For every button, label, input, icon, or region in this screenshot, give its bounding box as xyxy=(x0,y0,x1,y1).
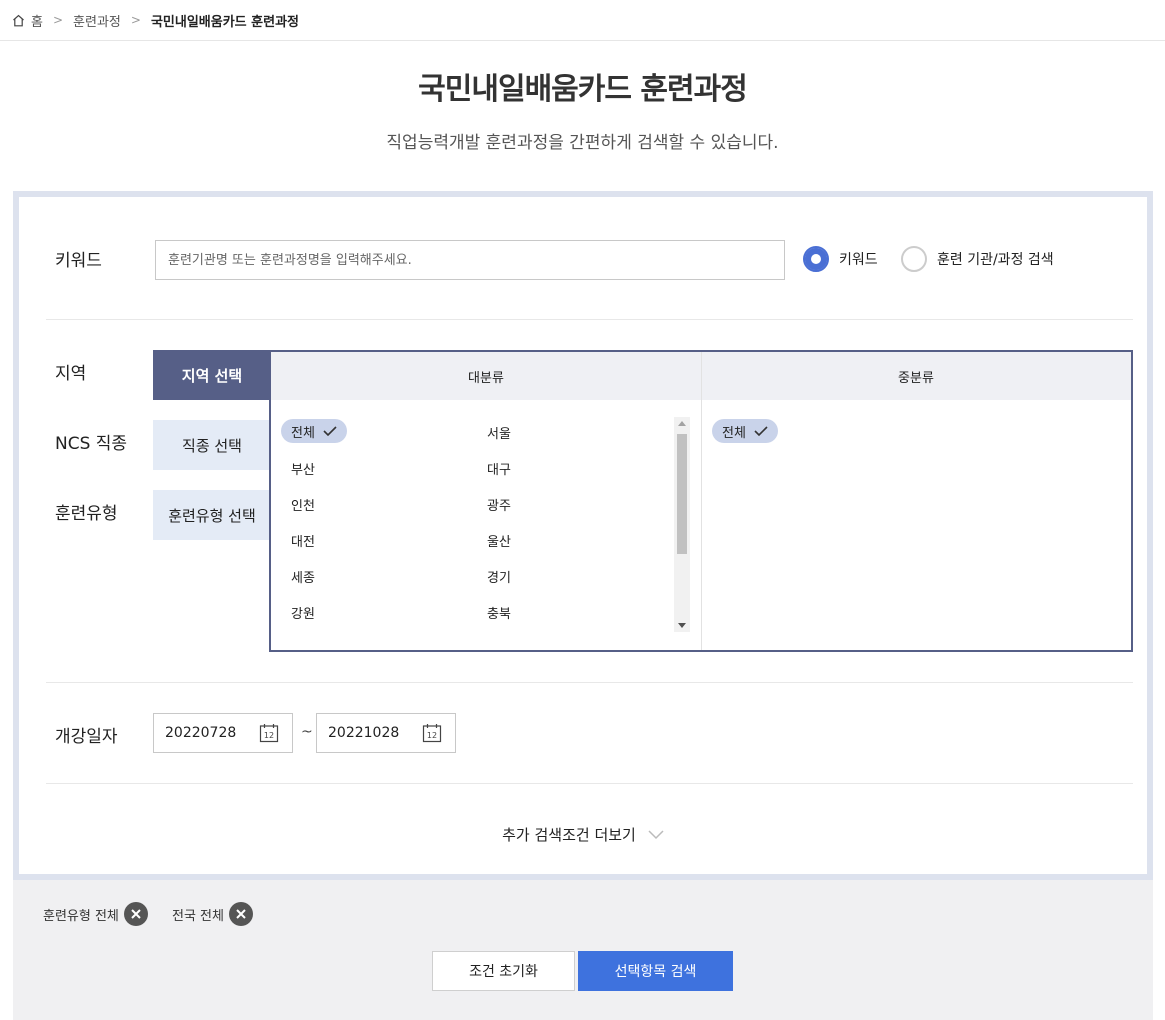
chevron-right-icon: > xyxy=(52,13,64,27)
start-date-field[interactable]: 20220728 12 xyxy=(153,713,293,753)
search-selected-button[interactable]: 선택항목 검색 xyxy=(578,951,733,991)
radio-institution-course[interactable]: 훈련 기관/과정 검색 xyxy=(901,246,1054,272)
divider xyxy=(46,682,1133,683)
region-item[interactable]: 세종 xyxy=(291,567,315,586)
selected-filters-area: 훈련유형 전체 전국 전체 조건 초기화 선택항목 검색 xyxy=(13,880,1153,1020)
selected-filter-label: 전국 전체 xyxy=(172,908,224,924)
close-icon[interactable] xyxy=(228,902,253,926)
region-item[interactable]: 대구 xyxy=(487,459,511,478)
end-date-field[interactable]: 20221028 12 xyxy=(316,713,456,753)
region-label: 지역 xyxy=(55,364,87,384)
major-category-header: 대분류 xyxy=(271,352,701,400)
search-panel-inner: 키워드 키워드 훈련 기관/과정 검색 지역 NCS 직종 훈련유형 지역 선택… xyxy=(19,197,1147,874)
radio-selected-icon xyxy=(803,246,829,272)
ncs-label: NCS 직종 xyxy=(55,434,128,454)
scroll-up-arrow-icon[interactable] xyxy=(678,421,686,426)
breadcrumb-training-courses[interactable]: 훈련과정 xyxy=(73,11,121,30)
region-item[interactable]: 서울 xyxy=(487,423,511,442)
home-icon[interactable] xyxy=(12,14,25,27)
chip-label: 전체 xyxy=(722,425,746,441)
more-conditions-toggle[interactable]: 추가 검색조건 더보기 xyxy=(19,824,1147,845)
region-item[interactable]: 부산 xyxy=(291,459,315,478)
scroll-thumb[interactable] xyxy=(677,434,687,554)
chevron-right-icon: > xyxy=(130,13,141,27)
tab-region-select[interactable]: 지역 선택 xyxy=(153,350,271,400)
date-range-separator: ~ xyxy=(301,724,313,740)
page-subtitle: 직업능력개발 훈련과정을 간편하게 검색할 수 있습니다. xyxy=(386,133,779,153)
region-item[interactable]: 대전 xyxy=(291,531,315,550)
selected-filter-tag: 훈련유형 전체 xyxy=(43,902,148,926)
chip-label: 전체 xyxy=(291,425,315,441)
check-icon xyxy=(754,426,768,436)
keyword-input[interactable] xyxy=(155,240,785,280)
minor-category-header: 중분류 xyxy=(701,352,1131,400)
radio-unselected-icon xyxy=(901,246,927,272)
major-category-list: 전체 서울 부산 대구 인천 광주 대전 울산 세종 경기 강원 충북 xyxy=(271,400,701,650)
region-chip-all-selected[interactable]: 전체 xyxy=(281,419,347,443)
region-item[interactable]: 인천 xyxy=(291,495,315,514)
chevron-down-icon xyxy=(648,829,664,839)
breadcrumb: 홈 > 훈련과정 > 국민내일배움카드 훈련과정 xyxy=(0,0,1165,41)
breadcrumb-current: 국민내일배움카드 훈련과정 xyxy=(150,14,299,30)
region-item[interactable]: 울산 xyxy=(487,531,511,550)
region-item[interactable]: 강원 xyxy=(291,603,315,622)
svg-text:12: 12 xyxy=(427,731,437,740)
region-item[interactable]: 광주 xyxy=(487,495,511,514)
page-title: 국민내일배움카드 훈련과정 xyxy=(418,72,748,107)
breadcrumb-home[interactable]: 홈 xyxy=(31,11,43,30)
region-list-scrollbar[interactable] xyxy=(674,417,690,632)
subregion-chip-all-selected[interactable]: 전체 xyxy=(712,419,778,443)
calendar-icon[interactable]: 12 xyxy=(259,723,279,743)
search-panel: 키워드 키워드 훈련 기관/과정 검색 지역 NCS 직종 훈련유형 지역 선택… xyxy=(13,191,1153,880)
training-type-label: 훈련유형 xyxy=(55,504,118,524)
check-icon xyxy=(323,426,337,436)
divider xyxy=(46,783,1133,784)
close-icon[interactable] xyxy=(123,902,148,926)
radio-keyword-label: 키워드 xyxy=(839,252,878,268)
region-selector: 대분류 중분류 전체 서울 부산 대구 인천 광주 대전 울산 세종 경기 강원… xyxy=(269,350,1133,652)
minor-category-list: 전체 xyxy=(702,400,1131,650)
divider xyxy=(46,319,1133,320)
scroll-down-arrow-icon[interactable] xyxy=(678,623,686,628)
tab-ncs-select[interactable]: 직종 선택 xyxy=(153,420,271,470)
region-item[interactable]: 경기 xyxy=(487,567,511,586)
selected-filter-tag: 전국 전체 xyxy=(172,902,253,926)
svg-text:12: 12 xyxy=(264,731,274,740)
start-date-value: 20220728 xyxy=(165,725,237,741)
calendar-icon[interactable]: 12 xyxy=(422,723,442,743)
reset-conditions-button[interactable]: 조건 초기화 xyxy=(432,951,575,991)
end-date-value: 20221028 xyxy=(328,725,400,741)
radio-institution-course-label: 훈련 기관/과정 검색 xyxy=(937,252,1054,268)
start-date-label: 개강일자 xyxy=(55,727,118,747)
radio-keyword[interactable]: 키워드 xyxy=(803,246,878,272)
selected-filter-label: 훈련유형 전체 xyxy=(43,908,119,924)
more-conditions-label: 추가 검색조건 더보기 xyxy=(502,826,636,844)
keyword-label: 키워드 xyxy=(55,251,102,271)
tab-training-type-select[interactable]: 훈련유형 선택 xyxy=(153,490,271,540)
region-item[interactable]: 충북 xyxy=(487,603,511,622)
